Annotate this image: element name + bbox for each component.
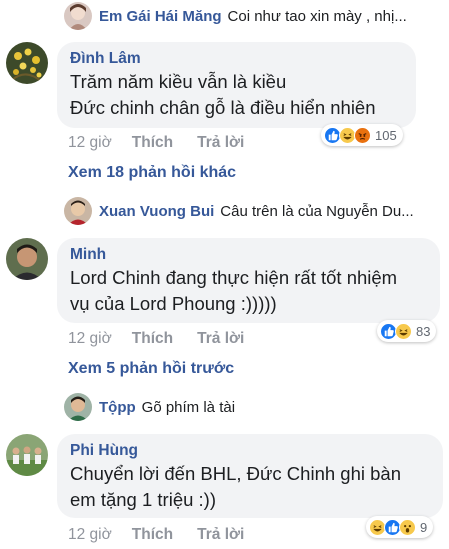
reply-snippet[interactable]: Câu trên là của Nguyễn Du... <box>220 203 413 220</box>
reply-link[interactable]: Trả lời <box>197 330 244 348</box>
comment-actions: 12 giờ Thích Trả lời <box>68 525 268 545</box>
comment-timestamp[interactable]: 12 giờ <box>68 134 112 152</box>
comment-text-line: Đức chinh chân gỗ là điều hiển nhiên <box>70 97 376 118</box>
avatar[interactable] <box>64 2 92 30</box>
reply-snippet[interactable]: Gõ phím là tài <box>142 399 235 416</box>
wow-reaction-icon <box>399 518 416 536</box>
see-previous-replies-link[interactable]: Xem 5 phản hồi trước <box>68 360 234 378</box>
like-link[interactable]: Thích <box>132 330 173 348</box>
reply-link[interactable]: Trả lời <box>197 526 244 544</box>
avatar[interactable] <box>64 393 92 421</box>
reply-author-name[interactable]: Em Gái Hái Măng <box>99 8 222 25</box>
comment-text-line: Trăm năm kiều vẫn là kiều <box>70 71 287 92</box>
avatar[interactable] <box>6 42 48 84</box>
reaction-count: 83 <box>416 323 431 339</box>
comment-bubble: Đình Lâm Trăm năm kiều vẫn là kiều Đức c… <box>57 42 416 128</box>
reply-link[interactable]: Trả lời <box>197 134 244 152</box>
reply-author-name[interactable]: Xuan Vuong Bui <box>99 203 214 220</box>
comment-timestamp[interactable]: 12 giờ <box>68 330 112 348</box>
like-link[interactable]: Thích <box>132 134 173 152</box>
reaction-summary[interactable]: 83 <box>377 320 437 342</box>
comment-author-name[interactable]: Phi Hùng <box>70 441 429 461</box>
avatar[interactable] <box>6 434 48 476</box>
reaction-count: 9 <box>420 519 428 535</box>
comment-text-line: Lord Chinh đang thực hiện rất tốt nhiệm <box>70 267 398 288</box>
reply-preview-em-gai-hai-mang[interactable]: Em Gái Hái Măng Coi như tao xin mày , nh… <box>64 1 407 31</box>
like-link[interactable]: Thích <box>132 526 173 544</box>
comment-actions: 12 giờ Thích Trả lời <box>68 329 268 349</box>
avatar[interactable] <box>64 197 92 225</box>
comment-bubble: Minh Lord Chinh đang thực hiện rất tốt n… <box>57 238 440 323</box>
angry-reaction-icon <box>354 126 371 144</box>
comment-text-line: em tặng 1 triệu :)) <box>70 489 217 510</box>
reply-preview-topp[interactable]: Tộpp Gõ phím là tài <box>64 392 235 422</box>
comment-text-line: Chuyển lời đến BHL, Đức Chinh ghi bàn <box>70 463 401 484</box>
comment-author-name[interactable]: Đình Lâm <box>70 49 402 69</box>
comment-actions: 12 giờ Thích Trả lời <box>68 133 268 153</box>
reply-snippet[interactable]: Coi như tao xin mày , nhị... <box>228 8 407 25</box>
reaction-count: 105 <box>375 127 397 143</box>
comment-bubble: Phi Hùng Chuyển lời đến BHL, Đức Chinh g… <box>57 434 443 518</box>
avatar[interactable] <box>6 238 48 280</box>
see-more-replies-link[interactable]: Xem 18 phản hồi khác <box>68 164 236 182</box>
comment-text-line: vụ của Lord Phoung :))))) <box>70 293 277 314</box>
reaction-summary[interactable]: 9 <box>366 516 434 538</box>
reaction-summary[interactable]: 105 <box>321 124 403 146</box>
haha-reaction-icon <box>395 322 412 340</box>
reply-preview-xuan-vuong-bui[interactable]: Xuan Vuong Bui Câu trên là của Nguyễn Du… <box>64 196 414 226</box>
reply-author-name[interactable]: Tộpp <box>99 399 136 416</box>
comment-author-name[interactable]: Minh <box>70 245 426 265</box>
comment-timestamp[interactable]: 12 giờ <box>68 526 112 544</box>
